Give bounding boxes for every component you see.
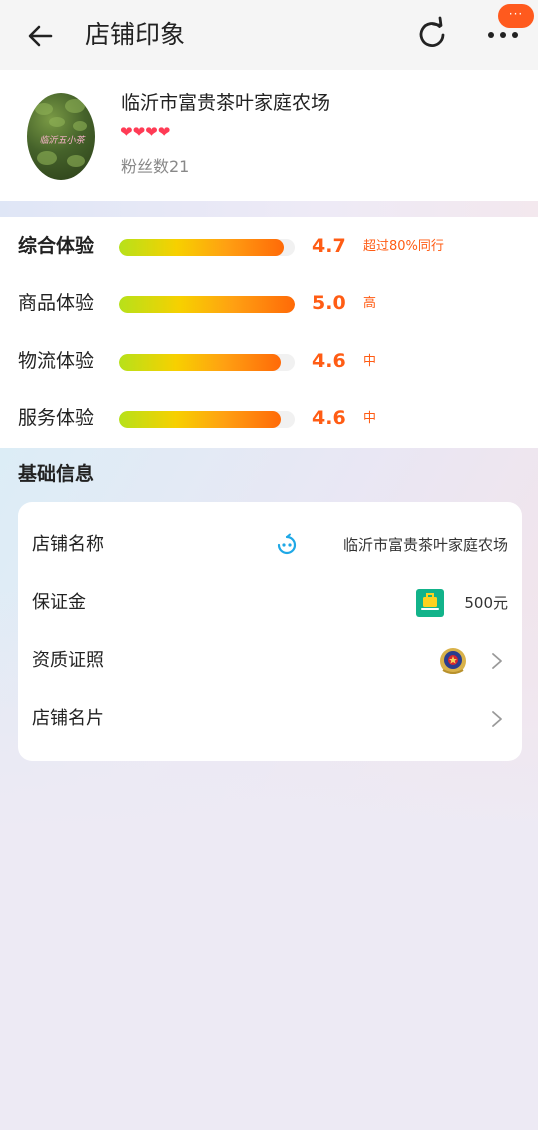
score-value: 4.6 bbox=[312, 407, 346, 429]
info-label: 保证金 bbox=[32, 592, 86, 613]
section-divider bbox=[0, 201, 538, 217]
score-tag: 超过80%同行 bbox=[363, 239, 444, 254]
shop-avatar[interactable]: 临沂五小茶 bbox=[27, 93, 95, 180]
score-bar-track bbox=[119, 239, 295, 256]
avatar-watermark-text: 临沂五小茶 bbox=[39, 136, 85, 146]
deposit-shield-icon bbox=[416, 589, 444, 617]
score-label: 物流体验 bbox=[18, 350, 95, 372]
page-title: 店铺印象 bbox=[85, 20, 186, 49]
score-label: 服务体验 bbox=[18, 407, 95, 429]
score-bar-track bbox=[119, 411, 295, 428]
police-emblem-icon bbox=[440, 648, 466, 674]
score-tag: 高 bbox=[363, 296, 377, 311]
notification-badge[interactable]: ··· bbox=[498, 4, 534, 28]
score-bar-fill bbox=[119, 411, 281, 428]
info-label: 资质证照 bbox=[32, 650, 104, 671]
score-row-product: 商品体验 5.0 高 bbox=[0, 283, 538, 323]
chevron-right-icon bbox=[492, 653, 502, 669]
chat-bot-icon bbox=[277, 533, 297, 555]
shop-name: 临沂市富贵茶叶家庭农场 bbox=[121, 92, 331, 114]
score-value: 4.7 bbox=[312, 235, 346, 257]
score-row-logistics: 物流体验 4.6 中 bbox=[0, 341, 538, 381]
score-bar-fill bbox=[119, 296, 295, 313]
score-bar-track bbox=[119, 354, 295, 371]
score-bar-fill bbox=[119, 239, 285, 256]
info-label: 店铺名片 bbox=[32, 708, 104, 729]
info-row-deposit: 保证金 500元 bbox=[18, 574, 522, 632]
fans-count: 粉丝数21 bbox=[121, 157, 190, 176]
top-bar: 店铺印象 ··· bbox=[0, 0, 538, 70]
info-row-shop-card[interactable]: 店铺名片 bbox=[18, 690, 522, 748]
info-row-shop-name: 店铺名称 临沂市富贵茶叶家庭农场 bbox=[18, 516, 522, 574]
score-value: 4.6 bbox=[312, 350, 346, 372]
info-row-qualifications[interactable]: 资质证照 bbox=[18, 632, 522, 690]
info-label: 店铺名称 bbox=[32, 534, 104, 555]
basic-info-title: 基础信息 bbox=[18, 463, 95, 485]
deposit-value: 500元 bbox=[464, 594, 508, 612]
score-row-overall: 综合体验 4.7 超过80%同行 bbox=[0, 226, 538, 266]
score-tag: 中 bbox=[363, 411, 377, 426]
shop-rating-hearts: ❤❤❤❤ bbox=[120, 123, 171, 141]
basic-info-card: 店铺名称 临沂市富贵茶叶家庭农场 保证金 500元 资质证照 店铺名片 bbox=[18, 502, 522, 761]
shop-name-value: 临沂市富贵茶叶家庭农场 bbox=[342, 536, 508, 554]
score-value: 5.0 bbox=[312, 292, 346, 314]
back-arrow-icon[interactable] bbox=[24, 19, 58, 53]
score-label: 综合体验 bbox=[18, 235, 95, 257]
experience-scores: 综合体验 4.7 超过80%同行 商品体验 5.0 高 物流体验 4.6 中 服… bbox=[0, 217, 538, 448]
score-bar-track bbox=[119, 296, 295, 313]
score-row-service: 服务体验 4.6 中 bbox=[0, 398, 538, 438]
score-bar-fill bbox=[119, 354, 281, 371]
score-label: 商品体验 bbox=[18, 292, 95, 314]
refresh-icon[interactable] bbox=[413, 16, 451, 54]
chevron-right-icon bbox=[492, 711, 502, 727]
score-tag: 中 bbox=[363, 354, 377, 369]
